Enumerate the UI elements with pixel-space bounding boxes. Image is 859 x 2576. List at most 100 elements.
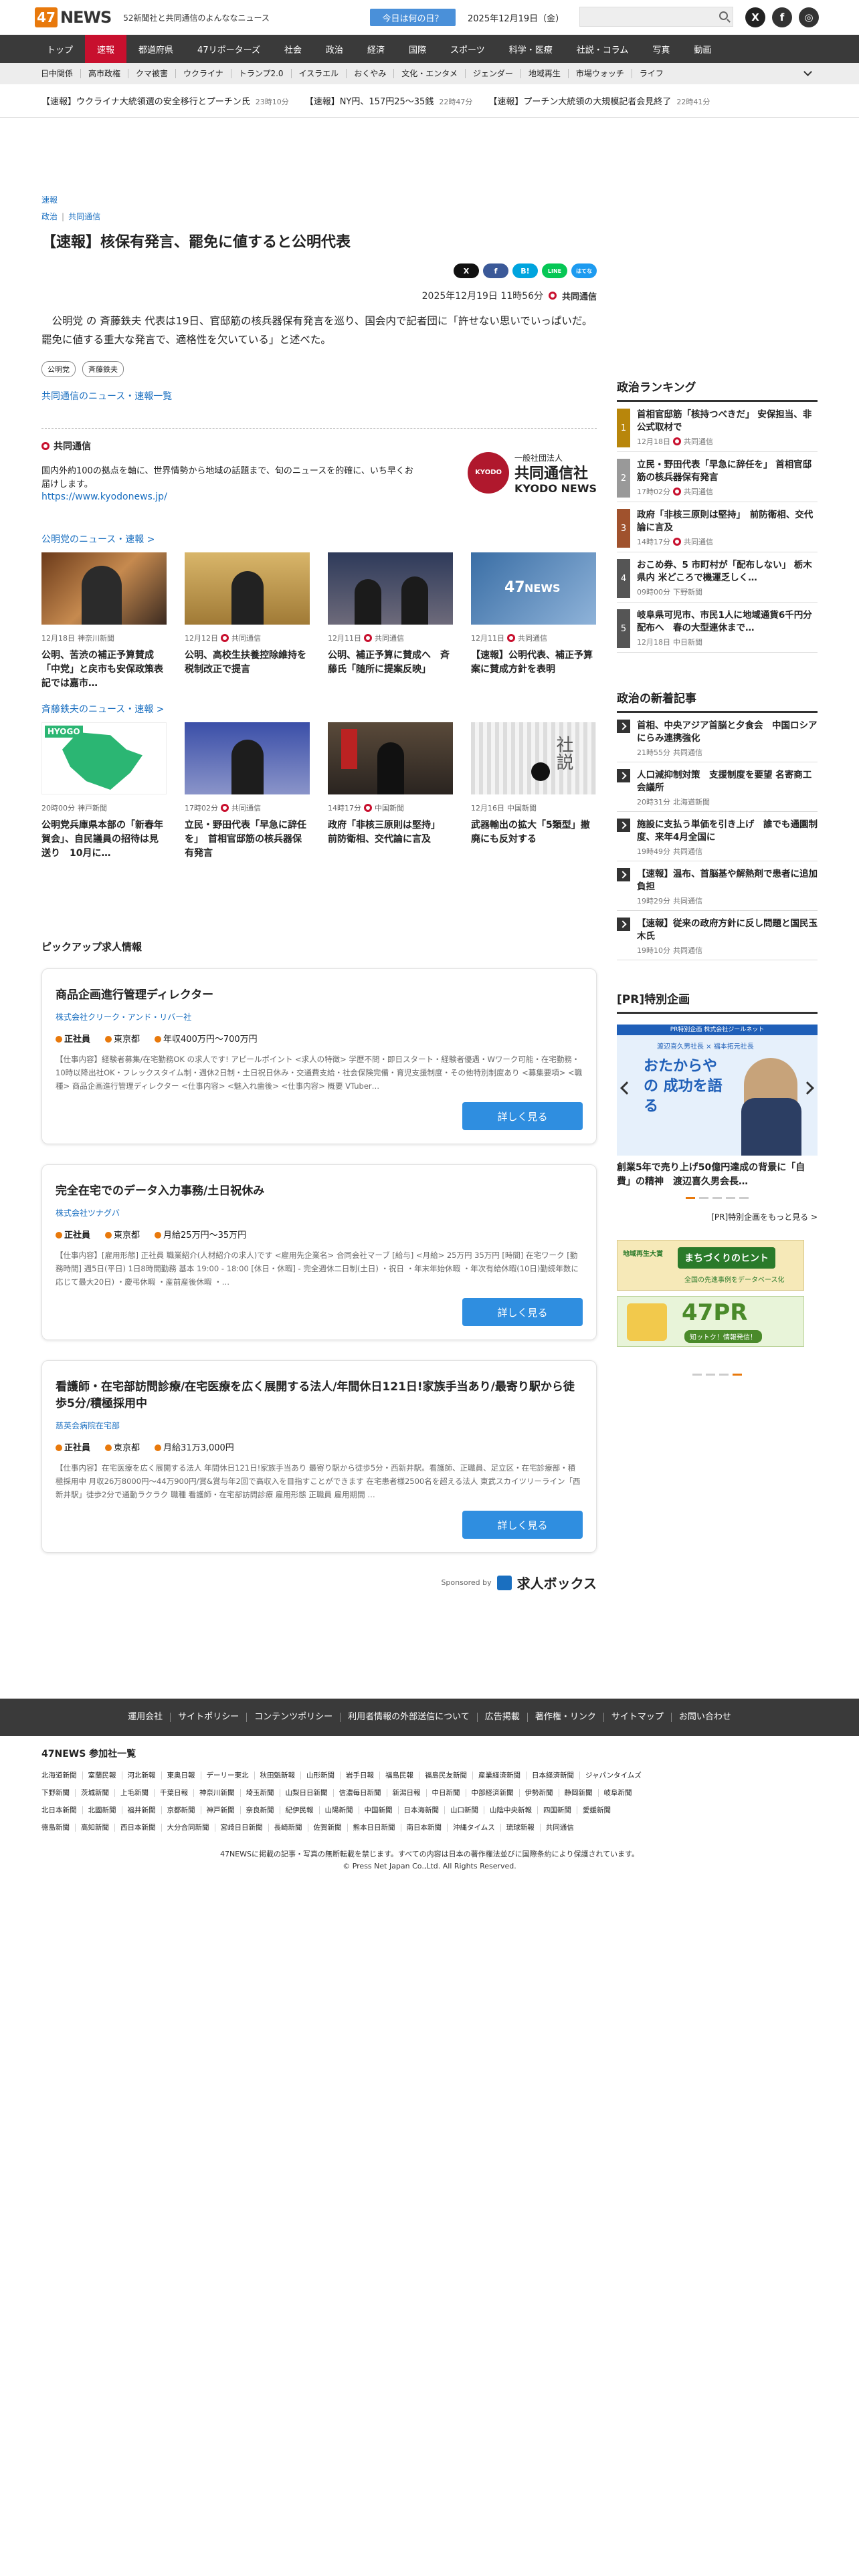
footer-link[interactable]: サイトマップ xyxy=(603,1713,671,1722)
facebook-icon[interactable]: f xyxy=(772,7,792,27)
paper-link[interactable]: 中部経済新聞 xyxy=(465,1789,519,1797)
pr-more-link[interactable]: [PR]特別企画をもっと見る > xyxy=(617,1211,818,1222)
ticker-item[interactable]: 【速報】NY円、157円25～35銭 22時47分 xyxy=(305,94,473,107)
paper-link[interactable]: 福島民報 xyxy=(379,1772,419,1780)
job-company[interactable]: 株式会社ツナグバ xyxy=(56,1207,583,1218)
paper-link[interactable]: 岩手日報 xyxy=(340,1772,379,1780)
footer-link[interactable]: 運用会社 xyxy=(120,1713,170,1722)
newest-item[interactable]: 【速報】従来の政府方針に反し問題と国民玉木氏 19時10分 共同通信 xyxy=(617,911,818,960)
topic-item[interactable]: ウクライナ xyxy=(175,69,231,78)
paper-link[interactable]: 信濃毎日新聞 xyxy=(332,1789,387,1797)
paper-link[interactable]: 宮崎日日新聞 xyxy=(214,1824,268,1832)
pr-title[interactable]: 創業5年で売り上げ50億円達成の背景に「自費」の精神 渡辺喜久男会長… xyxy=(617,1161,818,1189)
carousel-dot[interactable] xyxy=(699,1197,708,1199)
paper-link[interactable]: 埼玉新聞 xyxy=(240,1789,280,1797)
nav-photo[interactable]: 写真 xyxy=(640,35,682,63)
carousel-prev-icon[interactable] xyxy=(620,1081,634,1095)
job-title[interactable]: 商品企画進行管理ディレクター xyxy=(56,985,583,1002)
topic-item[interactable]: クマ被害 xyxy=(128,69,175,78)
paper-link[interactable]: 山形新聞 xyxy=(300,1772,340,1780)
paper-link[interactable]: 四国新聞 xyxy=(537,1806,577,1814)
search-input[interactable] xyxy=(579,7,733,27)
paper-link[interactable]: ジャパンタイムズ xyxy=(579,1772,647,1780)
paper-link[interactable]: 大分合同新聞 xyxy=(161,1824,215,1832)
carousel-dot[interactable] xyxy=(706,1374,715,1376)
paper-link[interactable]: 室蘭民報 xyxy=(82,1772,122,1780)
paper-link[interactable]: 佐賀新聞 xyxy=(307,1824,347,1832)
related-heading[interactable]: 公明党のニュース・速報 > xyxy=(41,534,155,545)
paper-link[interactable]: 産業経済新聞 xyxy=(472,1772,526,1780)
topic-item[interactable]: イスラエル xyxy=(290,69,347,78)
breadcrumb-politics[interactable]: 政治 xyxy=(41,212,58,221)
paper-link[interactable]: 新潟日報 xyxy=(386,1789,426,1797)
paper-link[interactable]: 神奈川新聞 xyxy=(193,1789,240,1797)
paper-link[interactable]: 上毛新聞 xyxy=(114,1789,154,1797)
sponsor[interactable]: Sponsored by 求人ボックス xyxy=(41,1573,597,1592)
nav-prefectures[interactable]: 都道府県 xyxy=(126,35,185,63)
footer-link[interactable]: 利用者情報の外部送信について xyxy=(340,1713,477,1722)
source-profile-url[interactable]: https://www.kyodonews.jp/ xyxy=(41,492,167,502)
nav-47reporters[interactable]: 47リポーターズ xyxy=(185,35,272,63)
news-card[interactable]: 社説 12月16日 中国新聞 武器輸出の拡大「5類型」撤廃にも反対する xyxy=(471,722,596,861)
share-facebook-icon[interactable]: f xyxy=(483,263,508,278)
footer-link[interactable]: 著作権・リンク xyxy=(527,1713,603,1722)
share-line-icon[interactable]: LINE xyxy=(542,263,567,278)
tag-chip[interactable]: 斉藤鉄夫 xyxy=(82,361,124,377)
paper-link[interactable]: 京都新聞 xyxy=(161,1806,201,1814)
carousel-dot[interactable] xyxy=(712,1197,722,1199)
nav-society[interactable]: 社会 xyxy=(272,35,314,63)
47pr-banner[interactable]: 47PR 知ットク！情報発信！ xyxy=(617,1296,804,1347)
paper-link[interactable]: 北日本新聞 xyxy=(41,1806,82,1814)
paper-link[interactable]: 南日本新聞 xyxy=(400,1824,448,1832)
newest-item[interactable]: 【速報】温布、首脳基や解熱剤で患者に追加負担 19時29分 共同通信 xyxy=(617,861,818,911)
topic-item[interactable]: 地域再生 xyxy=(520,69,568,78)
paper-link[interactable]: 福井新聞 xyxy=(121,1806,161,1814)
topic-item[interactable]: ライフ xyxy=(631,69,671,78)
news-card[interactable]: HYOGO 20時00分 神戸新聞 公明党兵庫県本部の「新春年賀会」、自民議員の招… xyxy=(41,722,167,861)
ticker-item[interactable]: 【速報】プーチン大統領の大規模記者会見終了 22時41分 xyxy=(488,94,710,107)
job-detail-button[interactable]: 詳しく見る xyxy=(462,1511,583,1539)
paper-link[interactable]: 千葉日報 xyxy=(154,1789,193,1797)
paper-link[interactable]: 伊勢新聞 xyxy=(518,1789,559,1797)
paper-link[interactable]: 愛媛新聞 xyxy=(577,1806,616,1814)
share-x-icon[interactable]: X xyxy=(454,263,479,278)
topic-item[interactable]: 日中関係 xyxy=(35,69,80,78)
news-card[interactable]: 14時17分 中国新聞 政府「非核三原則は堅持」 前防衛相、交代論に言及 xyxy=(328,722,453,861)
chevron-down-icon[interactable] xyxy=(803,68,812,76)
share-hatena-icon[interactable]: B! xyxy=(512,263,538,278)
paper-link[interactable]: 秋田魁新報 xyxy=(254,1772,301,1780)
paper-link[interactable]: 岐阜新聞 xyxy=(597,1789,638,1797)
x-icon[interactable]: X xyxy=(745,7,765,27)
news-card[interactable]: 17時02分 共同通信 立民・野田代表「早急に辞任を」 首相官邸筋の核兵器保有発言 xyxy=(185,722,310,861)
carousel-dot[interactable] xyxy=(686,1197,695,1199)
job-title[interactable]: 完全在宅でのデータ入力事務/土日祝休み xyxy=(56,1181,583,1198)
job-company[interactable]: 株式会社クリーク・アンド・リバー社 xyxy=(56,1011,583,1023)
news-card[interactable]: 12月11日 共同通信 公明、補正予算に賛成へ 斉藤氏「随所に提案反映」 xyxy=(328,552,453,691)
paper-link[interactable]: 山陰中央新報 xyxy=(484,1806,537,1814)
paper-link[interactable]: 中国新聞 xyxy=(358,1806,398,1814)
paper-link[interactable]: 共同通信 xyxy=(539,1824,579,1832)
newest-item[interactable]: 人口減抑制対策 支援制度を要望 名寄商工会議所 20時31分 北海道新聞 xyxy=(617,762,818,812)
footer-link[interactable]: 広告掲載 xyxy=(476,1713,527,1722)
paper-link[interactable]: 沖縄タイムス xyxy=(447,1824,500,1832)
topic-item[interactable]: 市場ウォッチ xyxy=(567,69,632,78)
carousel-dot[interactable] xyxy=(739,1197,749,1199)
job-detail-button[interactable]: 詳しく見る xyxy=(462,1298,583,1326)
paper-link[interactable]: 紀伊民報 xyxy=(279,1806,319,1814)
job-detail-button[interactable]: 詳しく見る xyxy=(462,1102,583,1130)
paper-link[interactable]: 高知新聞 xyxy=(75,1824,114,1832)
nav-economy[interactable]: 経済 xyxy=(355,35,397,63)
related-heading[interactable]: 斉藤鉄夫のニュース・速報 > xyxy=(41,704,164,715)
topic-item[interactable]: おくやみ xyxy=(346,69,393,78)
carousel-dot[interactable] xyxy=(726,1197,735,1199)
paper-link[interactable]: 静岡新聞 xyxy=(558,1789,598,1797)
topic-item[interactable]: 文化・エンタメ xyxy=(393,69,465,78)
nav-editorial[interactable]: 社説・コラム xyxy=(565,35,641,63)
ranking-item[interactable]: 5 岐阜県可児市、市民1人に地域通貨6千円分配布へ 春の大型連休まで… 12月18… xyxy=(617,603,818,653)
carousel-dot[interactable] xyxy=(733,1374,742,1376)
carousel-dot[interactable] xyxy=(692,1374,702,1376)
paper-link[interactable]: 長崎新聞 xyxy=(268,1824,308,1832)
today-button[interactable]: 今日は何の日？ xyxy=(370,9,456,26)
footer-link[interactable]: お問い合わせ xyxy=(670,1713,739,1722)
ranking-item[interactable]: 1 首相官邸筋「核持つべきだ」 安保担当、非公式取材で 12月18日 共同通信 xyxy=(617,402,818,452)
